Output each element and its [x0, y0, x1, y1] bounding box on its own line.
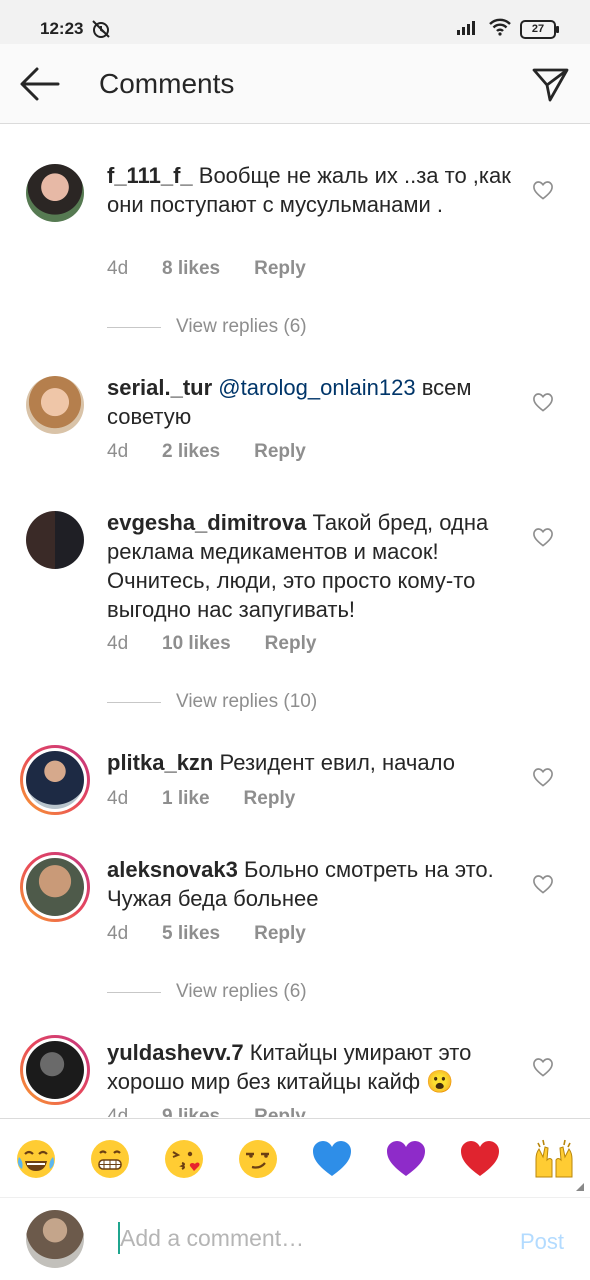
heart-icon[interactable] — [532, 527, 554, 547]
status-bar: 12:23 27 — [0, 0, 590, 44]
comment-username[interactable]: serial._tur — [107, 375, 212, 400]
view-replies-label: View replies (6) — [176, 981, 307, 1002]
paper-plane-icon — [532, 68, 569, 102]
heart-icon[interactable] — [532, 1057, 554, 1077]
heart-icon[interactable] — [532, 392, 554, 412]
comment-time: 4d — [107, 1106, 129, 1117]
reply-button[interactable]: Reply — [265, 633, 317, 655]
reply-button[interactable]: Reply — [254, 1106, 306, 1117]
avatar-story-ring[interactable] — [20, 852, 90, 922]
comment-text: aleksnovak3 Больно смотреть на это. Чужа… — [107, 855, 515, 913]
view-replies-button[interactable]: View replies (10) — [107, 691, 317, 713]
divider — [107, 991, 161, 993]
reply-button[interactable]: Reply — [254, 441, 306, 463]
comment-input[interactable] — [120, 1220, 490, 1256]
avatar-story-ring[interactable] — [20, 745, 90, 815]
back-arrow-icon — [20, 67, 60, 101]
divider — [107, 326, 161, 328]
comment-meta: 4d 5 likes Reply — [107, 923, 306, 945]
view-replies-button[interactable]: View replies (6) — [107, 316, 307, 338]
avatar[interactable] — [26, 511, 84, 569]
comment-username[interactable]: aleksnovak3 — [107, 857, 238, 882]
comment-text: yuldashevv.7 Китайцы умирают это хорошо … — [107, 1038, 515, 1096]
back-button[interactable] — [18, 64, 62, 104]
comment-time: 4d — [107, 788, 129, 809]
comment-username[interactable]: plitka_kzn — [107, 750, 213, 775]
page-title: Comments — [99, 68, 235, 99]
comment-text: serial._tur @tarolog_onlain123 всем сове… — [107, 373, 515, 431]
comment-text: evgesha_dimitrova Такой бред, одна рекла… — [107, 508, 515, 624]
kiss-emoji-button[interactable] — [162, 1137, 206, 1181]
comments-list[interactable]: f_111_f_ Вообще не жаль их ..за то ,как … — [0, 124, 590, 1117]
grinning-emoji-button[interactable] — [88, 1137, 132, 1181]
comment-meta: 4d 10 likes Reply — [107, 633, 316, 655]
red-heart-emoji-button[interactable] — [458, 1137, 502, 1181]
blue-heart-emoji-button[interactable] — [310, 1137, 354, 1181]
emoji-bar — [0, 1118, 590, 1198]
comment-meta: 4d 8 likes Reply — [107, 258, 306, 280]
status-right: 27 — [456, 18, 559, 41]
smirk-emoji-button[interactable] — [236, 1137, 280, 1181]
alarm-off-icon — [90, 18, 112, 45]
comment-text: f_111_f_ Вообще не жаль их ..за то ,как … — [107, 161, 515, 219]
comment-username[interactable]: evgesha_dimitrova — [107, 510, 306, 535]
comment-text: plitka_kzn Резидент евил, начало — [107, 748, 515, 777]
avatar[interactable] — [26, 376, 84, 434]
raising-hands-emoji-button[interactable] — [532, 1137, 576, 1181]
reply-button[interactable]: Reply — [254, 258, 306, 280]
post-button[interactable]: Post — [520, 1229, 564, 1255]
comment-likes[interactable]: 5 likes — [162, 923, 220, 945]
avatar — [26, 1041, 84, 1099]
avatar — [26, 751, 84, 809]
view-replies-button[interactable]: View replies (6) — [107, 981, 307, 1003]
comment-meta: 4d 9 likes Reply — [107, 1106, 306, 1117]
mention-link[interactable]: @tarolog_onlain123 — [218, 375, 415, 400]
tears-of-joy-emoji-button[interactable] — [14, 1137, 58, 1181]
avatar-story-ring[interactable] — [20, 1035, 90, 1105]
heart-icon[interactable] — [532, 767, 554, 787]
signal-icon — [456, 18, 480, 41]
divider — [107, 701, 161, 703]
view-replies-label: View replies (6) — [176, 316, 307, 337]
header: Comments — [0, 44, 590, 124]
comment-body: Резидент евил, начало — [219, 750, 455, 775]
avatar — [26, 858, 84, 916]
comment-time: 4d — [107, 258, 129, 279]
comment-likes[interactable]: 9 likes — [162, 1106, 220, 1117]
share-button[interactable] — [528, 62, 572, 106]
heart-icon[interactable] — [532, 874, 554, 894]
comment-username[interactable]: yuldashevv.7 — [107, 1040, 244, 1065]
reply-button[interactable]: Reply — [254, 923, 306, 945]
comment-likes[interactable]: 2 likes — [162, 441, 220, 463]
reply-button[interactable]: Reply — [244, 788, 296, 810]
comment-likes[interactable]: 10 likes — [162, 633, 231, 655]
avatar[interactable] — [26, 164, 84, 222]
comment-input-bar: Post — [0, 1198, 590, 1280]
comment-meta: 4d 1 like Reply — [107, 788, 295, 810]
purple-heart-emoji-button[interactable] — [384, 1137, 428, 1181]
comment-time: 4d — [107, 633, 129, 654]
comment-time: 4d — [107, 441, 129, 462]
wifi-icon — [488, 18, 512, 41]
scroll-indicator — [576, 1183, 584, 1191]
battery-icon: 27 — [520, 20, 559, 39]
status-time: 12:23 — [40, 19, 84, 38]
heart-icon[interactable] — [532, 180, 554, 200]
comment-likes[interactable]: 8 likes — [162, 258, 220, 280]
my-avatar — [26, 1210, 84, 1268]
comment-time: 4d — [107, 923, 129, 944]
comment-meta: 4d 2 likes Reply — [107, 441, 306, 463]
comment-likes[interactable]: 1 like — [162, 788, 210, 810]
view-replies-label: View replies (10) — [176, 691, 318, 712]
comment-username[interactable]: f_111_f_ — [107, 163, 193, 188]
